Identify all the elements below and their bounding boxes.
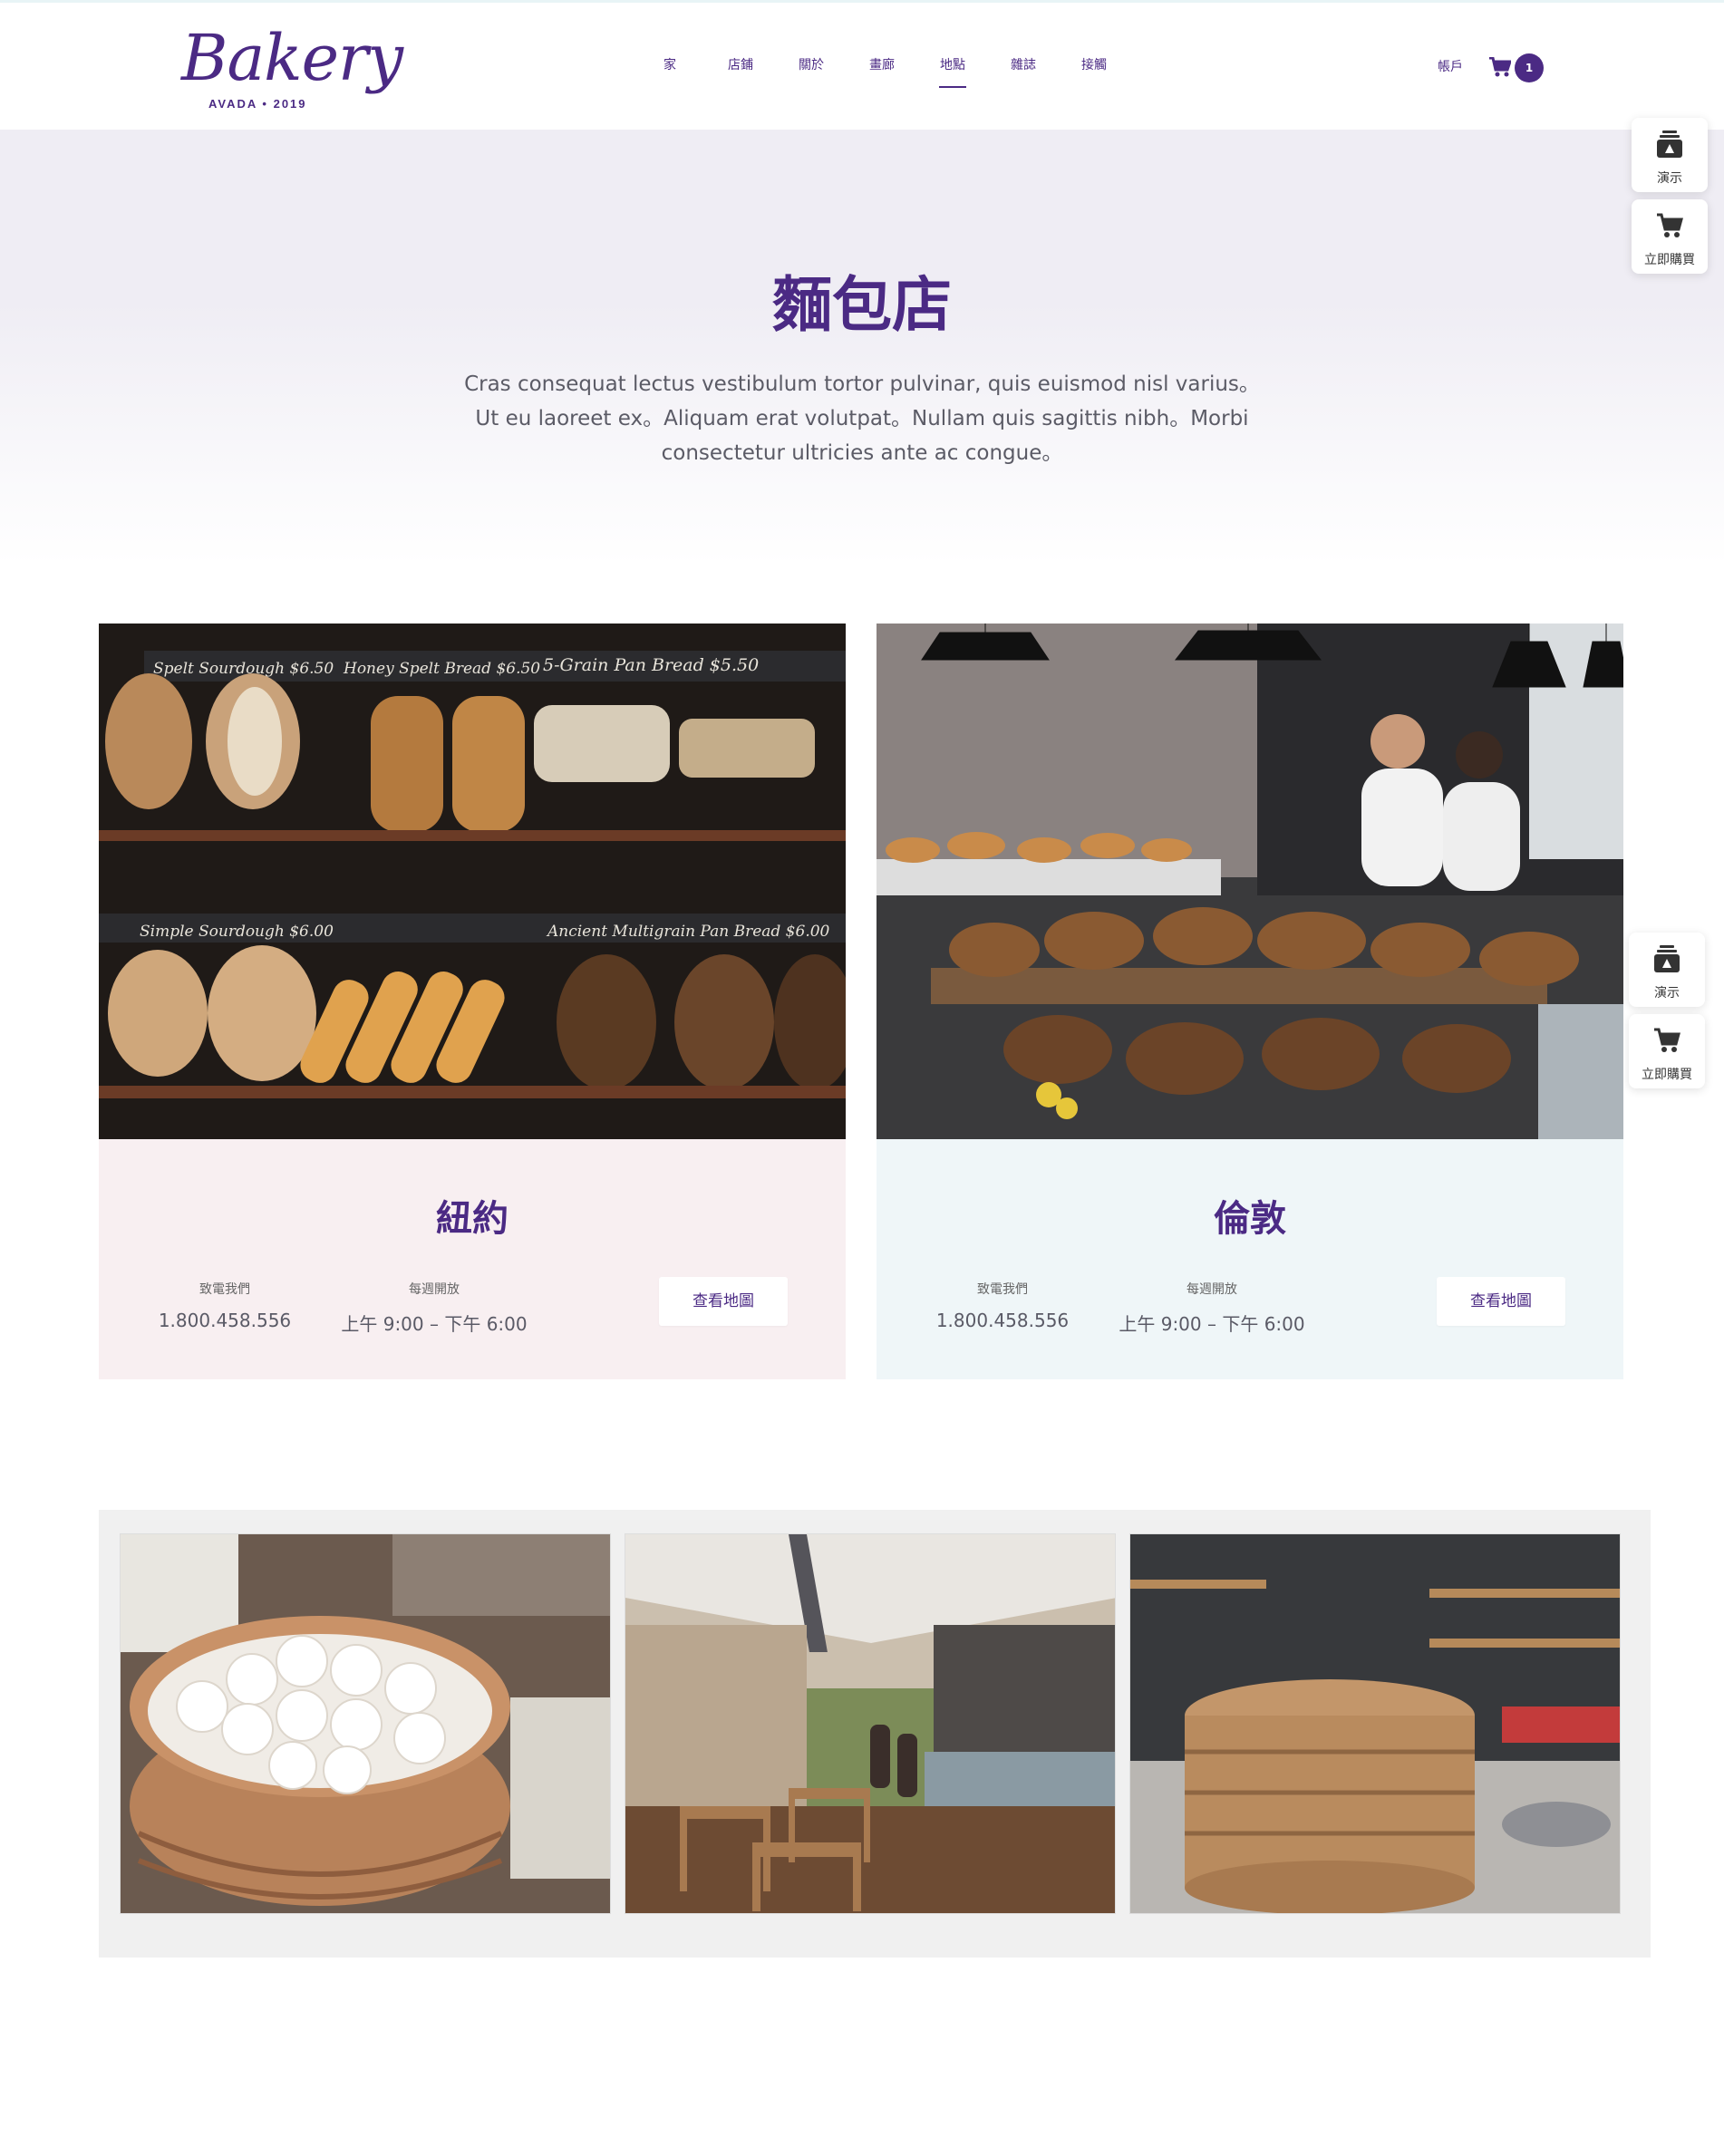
gallery-image-kitchen[interactable] <box>1129 1533 1621 1914</box>
demo-icon <box>1654 945 1680 972</box>
steamed-buns-image <box>121 1534 610 1913</box>
site-header: Bakery AVADA • 2019 家 店鋪 關於 畫廊 地點 雜誌 接觸 … <box>0 0 1724 130</box>
new-york-info-panel: 紐約 致電我們 1.800.458.556 每週開放 上午 9:00 – 下午 … <box>99 1139 846 1379</box>
buy-now-label: 立即購買 <box>1642 1068 1692 1082</box>
bread-shelves-image: Spelt Sourdough $6.50 Honey Spelt Bread … <box>99 624 846 1139</box>
location-title-london: 倫敦 <box>1214 1198 1286 1240</box>
nav-item-magazine[interactable]: 雜誌 <box>988 55 1059 92</box>
bakery-counter-image <box>877 624 1623 1139</box>
phone-label: 致電我們 <box>199 1282 250 1297</box>
phone-label: 致電我們 <box>977 1282 1028 1297</box>
nav-item-locations[interactable]: 地點 <box>917 55 988 92</box>
cart-icon <box>1489 57 1511 77</box>
nav-item-shop[interactable]: 店鋪 <box>705 55 776 92</box>
shelf-label-5-grain: 5-Grain Pan Bread $5.50 <box>543 655 759 675</box>
london-info-panel: 倫敦 致電我們 1.800.458.556 每週開放 上午 9:00 – 下午 … <box>877 1139 1623 1379</box>
hours-label: 每週開放 <box>409 1282 460 1297</box>
cart-icon <box>1657 213 1683 237</box>
kitchen-steamer-image <box>1130 1534 1620 1913</box>
photo-gallery <box>99 1510 1651 1958</box>
buy-now-widget[interactable]: 立即購買 <box>1632 199 1708 274</box>
account-link[interactable]: 帳戶 <box>1438 57 1463 75</box>
gallery-image-steamed-buns[interactable] <box>120 1533 611 1914</box>
hours-label: 每週開放 <box>1186 1282 1237 1297</box>
phone-number[interactable]: 1.800.458.556 <box>912 1310 1093 1331</box>
buy-now-widget-lower[interactable]: 立即購買 <box>1629 1014 1705 1088</box>
cart-count-badge: 1 <box>1515 53 1544 82</box>
bakery-logo[interactable]: Bakery AVADA • 2019 <box>181 26 403 117</box>
demo-label: 演示 <box>1654 986 1680 1001</box>
shelf-label-honey-spelt: Honey Spelt Bread $6.50 <box>343 660 540 678</box>
phone-number[interactable]: 1.800.458.556 <box>134 1310 315 1331</box>
nav-item-about[interactable]: 關於 <box>776 55 847 92</box>
main-nav: 家 店鋪 關於 畫廊 地點 雜誌 接觸 <box>634 55 1129 92</box>
buy-now-label: 立即購買 <box>1644 253 1695 267</box>
new-york-photo: Spelt Sourdough $6.50 Honey Spelt Bread … <box>99 624 846 1139</box>
nav-item-contact[interactable]: 接觸 <box>1059 55 1129 92</box>
demo-icon <box>1657 131 1682 158</box>
london-photo <box>877 624 1623 1139</box>
demo-widget-lower[interactable]: 演示 <box>1629 933 1705 1007</box>
opening-hours: 上午 9:00 – 下午 6:00 <box>1119 1313 1305 1335</box>
logo-subtitle: AVADA • 2019 <box>208 97 307 111</box>
shelf-label-simple-sourdough: Simple Sourdough $6.00 <box>140 923 334 941</box>
view-map-button[interactable]: 查看地圖 <box>1437 1277 1565 1326</box>
cafe-interior-image <box>625 1534 1115 1913</box>
demo-label: 演示 <box>1657 171 1682 186</box>
nav-item-home[interactable]: 家 <box>634 55 705 92</box>
hero-description: Cras consequat lectus vestibulum tortor … <box>464 372 1260 465</box>
location-title-new-york: 紐約 <box>436 1198 508 1240</box>
logo-wordmark: Bakery <box>181 21 403 95</box>
gallery-image-cafe-interior[interactable] <box>625 1533 1116 1914</box>
page-title: 麵包店 <box>772 270 952 340</box>
cart-icon <box>1654 1028 1680 1052</box>
cart-button[interactable]: 1 <box>1489 53 1545 82</box>
hero-section: 麵包店 Cras consequat lectus vestibulum tor… <box>0 130 1724 565</box>
opening-hours: 上午 9:00 – 下午 6:00 <box>341 1313 528 1335</box>
nav-item-gallery[interactable]: 畫廊 <box>847 55 917 92</box>
demo-widget[interactable]: 演示 <box>1632 118 1708 192</box>
view-map-button[interactable]: 查看地圖 <box>659 1277 788 1326</box>
shelf-label-multigrain: Ancient Multigrain Pan Bread $6.00 <box>546 923 830 941</box>
